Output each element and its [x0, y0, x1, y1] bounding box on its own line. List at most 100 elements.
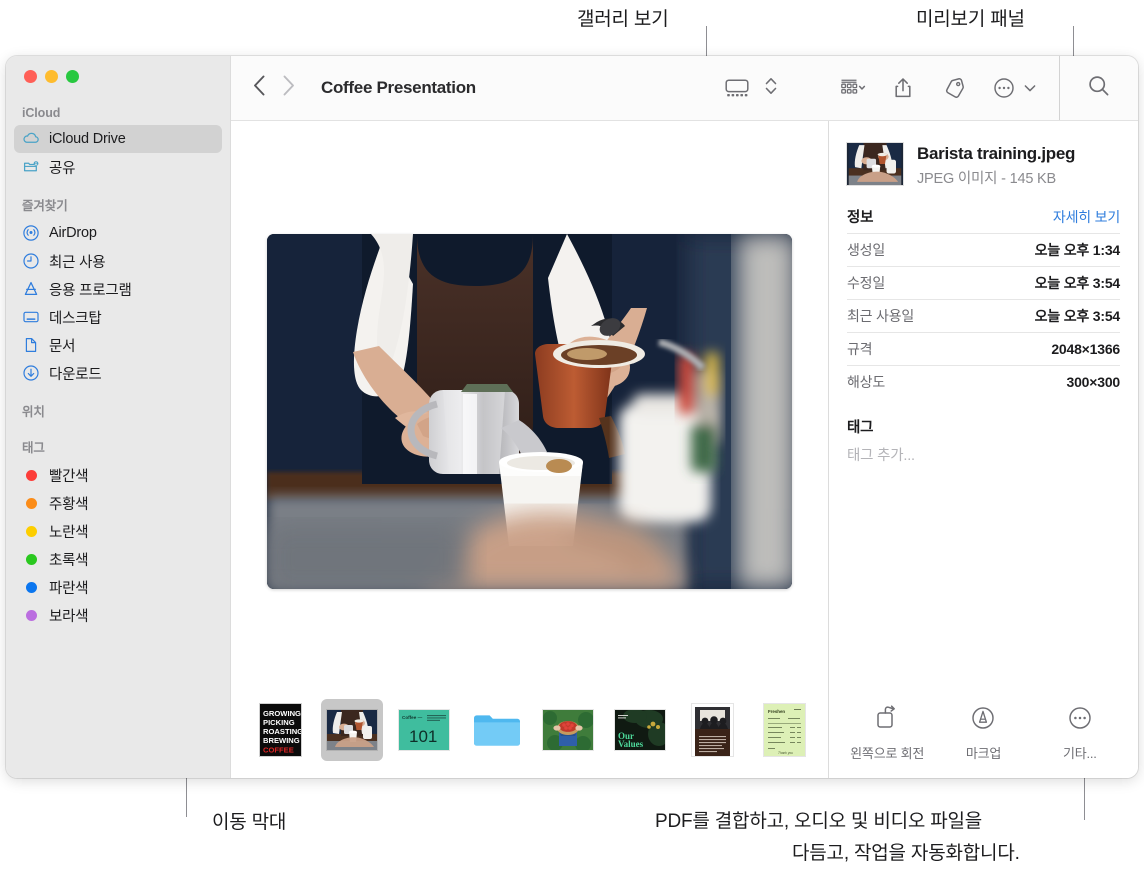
- poster-thumbnail: GROWING PICKING ROASTING BREWING COFFEE: [259, 704, 301, 756]
- thumbnail-item[interactable]: Coffee — 101: [393, 699, 455, 761]
- sidebar-item-tag-yellow[interactable]: 노란색: [14, 517, 222, 545]
- sidebar-item-label: 공유: [49, 160, 76, 177]
- preview-add-tag-field[interactable]: 태그 추가...: [847, 437, 1120, 465]
- thumbnail-item-selected[interactable]: [321, 699, 383, 761]
- preview-more-info-link[interactable]: 자세히 보기: [1053, 207, 1120, 227]
- tag-button[interactable]: [940, 76, 966, 100]
- thumbnail-item[interactable]: Our Values: [609, 699, 671, 761]
- preview-info-row: 최근 사용일 오늘 오후 3:54: [847, 299, 1120, 332]
- folder-thumbnail: [471, 710, 521, 750]
- sidebar-section-header-favorites: 즐겨찾기: [22, 199, 68, 213]
- toolbar: Coffee Presentation: [231, 56, 1138, 121]
- markup-icon: [970, 705, 996, 736]
- thumbnail-item[interactable]: GROWING PICKING ROASTING BREWING COFFEE: [249, 699, 311, 761]
- main-column: Coffee Presentation GROWING PICKING ROAS…: [230, 56, 1138, 778]
- sidebar: iCloud iCloud Drive 공유 즐겨찾기 AirDrop 최근 사…: [6, 56, 230, 778]
- sidebar-item-downloads[interactable]: 다운로드: [14, 359, 222, 387]
- preview-panel: Barista training.jpeg JPEG 이미지 - 145 KB …: [828, 121, 1138, 778]
- tag-dot-icon: [22, 578, 40, 596]
- markup-button[interactable]: 마크업: [935, 705, 1031, 762]
- preview-info-key: 규격: [847, 341, 873, 358]
- meeting-doc-thumbnail: [691, 704, 733, 756]
- sidebar-item-label: 주황색: [49, 496, 89, 513]
- svg-text:GROWING: GROWING: [263, 709, 301, 718]
- sidebar-item-icloud-drive[interactable]: iCloud Drive: [14, 125, 222, 153]
- document-icon: [22, 336, 40, 354]
- svg-text:Thank you: Thank you: [778, 751, 793, 755]
- sidebar-item-label: 초록색: [49, 552, 89, 569]
- sidebar-item-tag-purple[interactable]: 보라색: [14, 601, 222, 629]
- tag-dot-icon: [22, 466, 40, 484]
- svg-text:Freshen: Freshen: [768, 709, 785, 714]
- thumbnail-item[interactable]: Freshen Thank you: [753, 699, 815, 761]
- thumbnail-item[interactable]: [537, 699, 599, 761]
- sidebar-item-desktop[interactable]: 데스크탑: [14, 303, 222, 331]
- filmstrip[interactable]: GROWING PICKING ROASTING BREWING COFFEE: [231, 682, 828, 778]
- more-label: 기타...: [1062, 746, 1097, 761]
- thumbnail-item[interactable]: [681, 699, 743, 761]
- rotate-left-button[interactable]: 왼쪽으로 회전: [839, 705, 935, 762]
- toolbar-view-group: [724, 74, 838, 103]
- preview-info-value: 2048×1366: [1051, 341, 1120, 358]
- gallery-view-button[interactable]: [724, 77, 750, 99]
- preview-info-value: 오늘 오후 1:34: [1034, 242, 1121, 259]
- svg-text:PICKING: PICKING: [263, 718, 295, 727]
- svg-text:101: 101: [409, 727, 437, 746]
- preview-info-key: 생성일: [847, 242, 886, 259]
- view-stepper-button[interactable]: [764, 74, 778, 103]
- preview-info-row: 해상도 300×300: [847, 365, 1120, 398]
- sidebar-item-airdrop[interactable]: AirDrop: [14, 219, 222, 247]
- sidebar-item-recents[interactable]: 최근 사용: [14, 247, 222, 275]
- svg-text:Values: Values: [618, 739, 644, 749]
- preview-header: Barista training.jpeg JPEG 이미지 - 145 KB: [829, 121, 1138, 206]
- sidebar-item-label: iCloud Drive: [49, 131, 126, 147]
- finder-window: iCloud iCloud Drive 공유 즐겨찾기 AirDrop 최근 사…: [6, 56, 1138, 778]
- more-actions-button[interactable]: [992, 76, 1037, 100]
- preview-info-row: 수정일 오늘 오후 3:54: [847, 266, 1120, 299]
- thumbnail-item[interactable]: [465, 699, 527, 761]
- minimize-button[interactable]: [45, 70, 58, 83]
- clock-icon: [22, 252, 40, 270]
- forward-button[interactable]: [282, 75, 295, 101]
- preview-info-key: 해상도: [847, 374, 886, 391]
- gallery-view: GROWING PICKING ROASTING BREWING COFFEE: [231, 121, 828, 778]
- sidebar-item-label: 최근 사용: [49, 254, 106, 271]
- sidebar-section-header-tags: 태그: [22, 441, 45, 455]
- sidebar-item-label: AirDrop: [49, 225, 97, 241]
- annotation-bottom-note-line2: 다듬고, 작업을 자동화합니다.: [792, 843, 1020, 864]
- svg-text:BREWING: BREWING: [263, 736, 300, 745]
- zoom-button[interactable]: [66, 70, 79, 83]
- our-values-thumbnail: Our Values: [615, 710, 665, 750]
- preview-info-value: 오늘 오후 3:54: [1034, 308, 1121, 325]
- sidebar-item-label: 데스크탑: [49, 310, 102, 327]
- back-button[interactable]: [253, 75, 266, 101]
- preview-info-row: 생성일 오늘 오후 1:34: [847, 233, 1120, 266]
- preview-info-key: 최근 사용일: [847, 308, 915, 325]
- preview-info-header: 정보 자세히 보기: [847, 206, 1120, 233]
- share-button[interactable]: [892, 76, 914, 100]
- svg-text:COFFEE: COFFEE: [263, 746, 294, 755]
- close-button[interactable]: [24, 70, 37, 83]
- preview-info-key: 수정일: [847, 275, 886, 292]
- sidebar-item-label: 문서: [49, 338, 76, 355]
- invoice-thumbnail: Freshen Thank you: [763, 704, 805, 756]
- desktop-icon: [22, 308, 40, 326]
- search-button[interactable]: [1086, 73, 1112, 104]
- sidebar-item-tag-red[interactable]: 빨간색: [14, 461, 222, 489]
- tag-dot-icon: [22, 550, 40, 568]
- sidebar-item-documents[interactable]: 문서: [14, 331, 222, 359]
- markup-label: 마크업: [965, 746, 1002, 761]
- shared-folder-icon: [22, 158, 40, 176]
- sidebar-item-label: 파란색: [49, 580, 89, 597]
- sidebar-item-shared[interactable]: 공유: [14, 153, 222, 181]
- rotate-left-icon: [873, 705, 901, 736]
- more-button[interactable]: 기타...: [1032, 705, 1128, 762]
- sidebar-item-applications[interactable]: 응용 프로그램: [14, 275, 222, 303]
- preview-info-value: 오늘 오후 3:54: [1034, 275, 1121, 292]
- barista-thumbnail: [327, 710, 377, 750]
- hero-image[interactable]: [267, 234, 792, 589]
- group-by-button[interactable]: [838, 77, 866, 99]
- sidebar-item-tag-orange[interactable]: 주황색: [14, 489, 222, 517]
- sidebar-item-tag-green[interactable]: 초록색: [14, 545, 222, 573]
- sidebar-item-tag-blue[interactable]: 파란색: [14, 573, 222, 601]
